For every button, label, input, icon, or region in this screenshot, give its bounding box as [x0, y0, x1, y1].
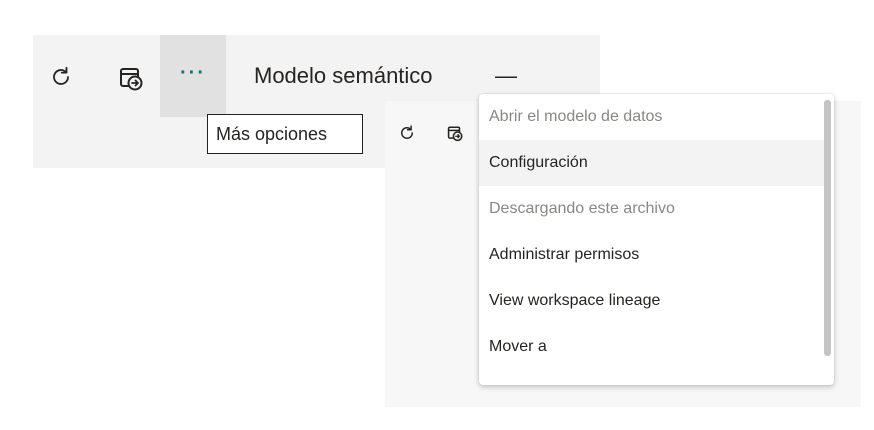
refresh-icon — [53, 66, 69, 85]
menu-item-open-data-model[interactable]: Abrir el modelo de datos — [479, 94, 824, 140]
more-options-tooltip: Más opciones — [207, 114, 363, 154]
menu-item-manage-permissions[interactable]: Administrar permisos — [479, 232, 824, 278]
menu-item-download-file[interactable]: Descargando este archivo — [479, 186, 824, 232]
more-options-button[interactable]: ··· — [160, 35, 226, 117]
menu-item-move-to[interactable]: Mover a — [479, 324, 824, 370]
scheduled-refresh-button-small[interactable] — [446, 124, 464, 142]
more-options-menu: Abrir el modelo de datos Configuración D… — [479, 94, 834, 385]
more-options-icon: ··· — [180, 62, 206, 84]
scheduled-refresh-icon — [447, 126, 463, 142]
collapse-button[interactable]: — — [495, 63, 517, 89]
page-title: Modelo semántico — [254, 63, 433, 88]
refresh-button[interactable] — [45, 61, 77, 93]
scheduled-refresh-button[interactable] — [113, 60, 149, 96]
scheduled-refresh-icon — [120, 68, 143, 91]
menu-item-settings[interactable]: Configuración — [479, 140, 824, 186]
refresh-icon — [401, 125, 413, 139]
refresh-button-small[interactable] — [398, 124, 416, 142]
menu-scrollbar[interactable] — [824, 100, 831, 356]
menu-item-view-workspace-lineage[interactable]: View workspace lineage — [479, 278, 824, 324]
